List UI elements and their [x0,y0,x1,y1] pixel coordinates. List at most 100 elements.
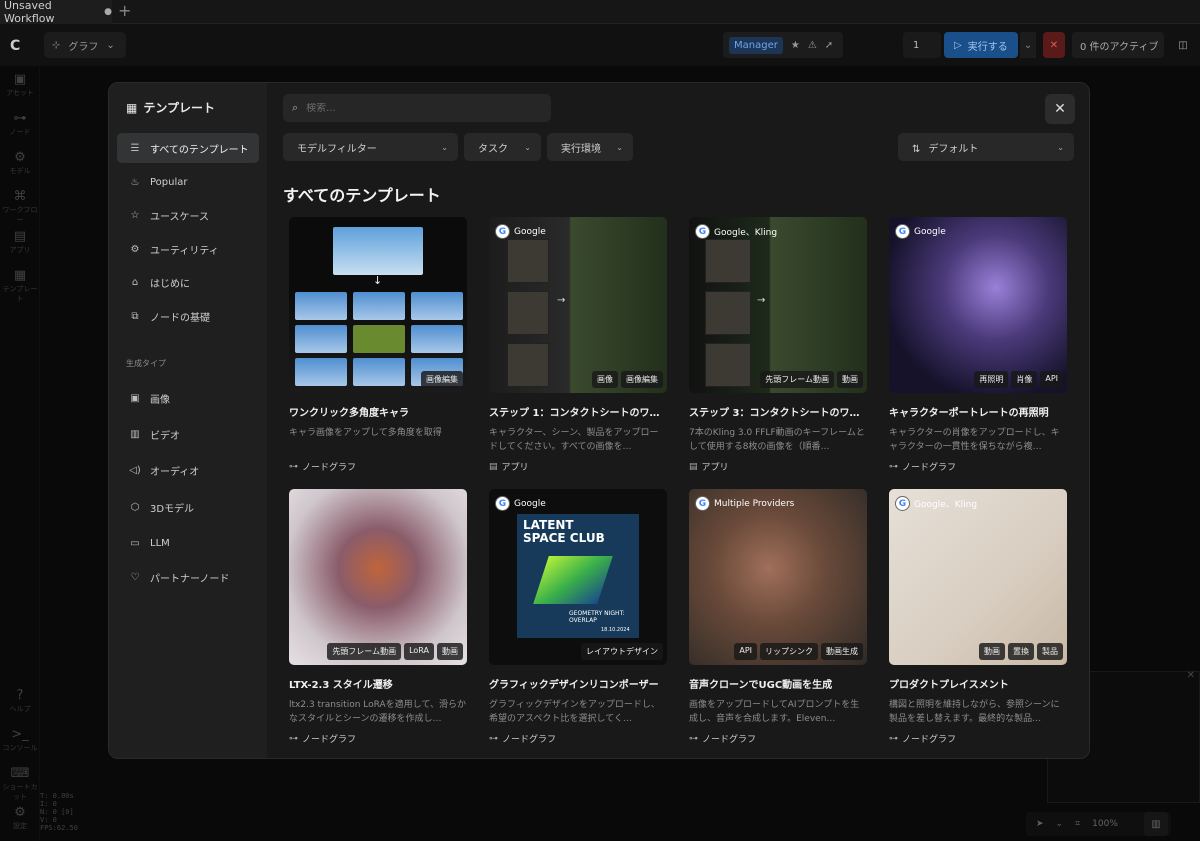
tag-badge: API [734,643,757,660]
card-type-label: アプリ [701,463,729,473]
card-description: キャラクター、シーン、製品をアップロードしてください。すべての画像を… [489,428,659,452]
nav-item[interactable]: ♨ Popular [117,167,259,197]
nav-item[interactable]: ⌂ はじめに [117,267,259,297]
nav-item[interactable]: ⧉ ノードの基礎 [117,301,259,331]
list-icon: ☰ [130,142,140,154]
template-card[interactable]: G Multiple Providers API リップシンク 動画生成 音声クローンでU… [689,489,867,745]
template-card[interactable]: ↓ 画像編集 ワンクリック多角度キャラ キャラ画像をアップして多角度を取得 ⊶ ノードグラ… [289,217,467,473]
star-icon[interactable]: ★ [791,40,800,51]
poster-date: 18.10.2024 [601,627,630,633]
active-queue-label[interactable]: 0 件のアクティブ [1072,32,1164,58]
runtime-filter-dropdown[interactable]: 実行環境 ⌄ [547,133,633,161]
arrow-right-icon: → [757,295,766,306]
google-logo-icon: G [695,224,710,239]
card-title: グラフィックデザインリコンポーザー [489,680,659,691]
gen-type-label: オーディオ [150,466,200,478]
nav-item[interactable]: ☰ すべてのテンプレート [117,133,259,163]
card-title: ステップ 1：コンタクトシートのワークフロー [489,408,667,419]
tool-icon[interactable]: ⚠ [808,40,817,51]
manager-group: Manager ★ ⚠ ➚ [723,32,843,58]
gen-type-item[interactable]: ▭ LLM [117,528,259,558]
card-type-label: ノードグラフ [302,735,357,745]
card-type-label: ノードグラフ [902,463,957,473]
card-type: ⊶ ノードグラフ [889,460,1067,474]
flame-icon: ♨ [130,176,140,188]
template-thumbnail[interactable]: → G Google、Kling 先頭フレーム動画 動画 [689,217,867,393]
contact-sheet-tile [705,291,751,335]
gen-type-item[interactable]: ▣ 画像 [117,383,259,413]
provider-badge: G Google、Kling [695,224,777,239]
new-tab-button[interactable]: + [118,1,131,20]
nav-item-label: Popular [150,176,188,188]
share-icon[interactable]: ➚ [825,40,833,51]
card-type: ▤ アプリ [489,460,667,474]
thumbnail-grid-tile [411,325,463,353]
poster-artwork: LATENT SPACE CLUB GEOMETRY NIGHT: OVERLAP 1… [517,514,639,638]
card-description: キャラクターの肖像をアップロードし、キャラクターの一貫性を保ちながら複… [889,428,1060,452]
template-card[interactable]: → G Google 画像画像編集ステップ 1：コンタクトシートのワークフローキャラク… [489,217,667,473]
handshake-icon: ♡ [130,571,140,583]
card-type-label: アプリ [501,463,529,473]
contact-sheet-tile [507,343,549,387]
template-card[interactable]: G Google 再照明 肖像 API キャラクターポートレートの再照明 キャラクターの肖像… [889,217,1067,473]
nav-item[interactable]: ⚙ ユーティリティ [117,234,259,264]
sort-label: デフォルト [928,143,979,155]
search-input[interactable] [306,102,527,114]
nav-item-label: ユーティリティ [150,245,219,257]
provider-name: Google、Kling [714,228,778,238]
tag-badge: API [1040,371,1063,388]
template-thumbnail[interactable]: G Google 再照明 肖像 API [889,217,1067,393]
task-filter-dropdown[interactable]: タスク ⌄ [464,133,541,161]
tag-list: API リップシンク 動画生成 [734,643,863,660]
template-thumbnail[interactable]: G Multiple Providers API リップシンク 動画生成 [689,489,867,665]
tag-list: 再照明 肖像 API [974,371,1063,388]
tab-bar: Unsaved Workflow ● + [0,0,1200,25]
run-button[interactable]: ▷ 実行する [944,32,1018,58]
card-type: ⊶ ノードグラフ [289,732,467,746]
nav-item-label: すべてのテンプレート [150,144,249,156]
queue-count-input[interactable]: 1 [903,32,941,58]
chevron-down-icon: ⌄ [616,142,623,152]
sort-dropdown[interactable]: ⇅ デフォルト ⌄ [898,133,1074,161]
template-thumbnail[interactable]: G Google、Kling 動画 置換 製品 [889,489,1067,665]
workflow-tab-title: Unsaved Workflow [4,0,55,25]
panel-toggle-icon[interactable]: ◫ [1172,32,1194,58]
template-thumbnail[interactable]: 先頭フレーム動画 LoRA 動画 [289,489,467,665]
template-thumbnail[interactable]: LATENT SPACE CLUB GEOMETRY NIGHT: OVERLAP 1… [489,489,667,665]
play-icon: ▷ [954,39,962,51]
card-title: LTX-2.3 スタイル遷移 [289,680,393,691]
tag-list: 先頭フレーム動画 動画 [760,371,863,388]
workflow-tab[interactable]: Unsaved Workflow ● [0,0,112,25]
tag-list: 画像編集 [421,371,463,388]
nav-item[interactable]: ☆ ユースケース [117,200,259,230]
gen-type-label: LLM [150,537,170,549]
manager-button[interactable]: Manager [729,36,783,54]
stop-button[interactable]: ✕ [1043,32,1065,58]
app-logo-icon[interactable]: C [10,38,20,54]
gen-type-label: 3Dモデル [150,503,195,515]
card-type-label: ノードグラフ [502,735,557,745]
template-card[interactable]: → G Google、Kling 先頭フレーム動画 動画ステップ 3：コンタクトシートの… [689,217,867,473]
template-card[interactable]: G Google、Kling 動画 置換 製品 プロダクトプレイスメント 構図と照明を維持し… [889,489,1067,745]
close-button[interactable]: ✕ [1045,94,1075,124]
sort-label-wrap: ⇅ デフォルト [912,140,978,155]
template-card[interactable]: 先頭フレーム動画 LoRA 動画 LTX-2.3 スタイル遷移 ltx2.3 trans… [289,489,467,745]
template-thumbnail[interactable]: → G Google 画像 画像編集 [489,217,667,393]
google-logo-icon: G [495,496,510,511]
gen-type-item[interactable]: ⬡ 3Dモデル [117,492,259,522]
gen-type-item[interactable]: ▥ ビデオ [117,419,259,449]
card-title: ステップ 3：コンタクトシートのワークフロー [689,408,867,419]
run-options-chevron-icon[interactable]: ⌄ [1020,32,1036,58]
model-filter-dropdown[interactable]: モデルフィルター ⌄ [283,133,458,161]
template-card[interactable]: LATENT SPACE CLUB GEOMETRY NIGHT: OVERLAP 1… [489,489,667,745]
gen-type-item[interactable]: ♡ パートナーノード [117,562,259,592]
gen-type-item[interactable]: ◁) オーディオ [117,455,259,485]
graph-selector[interactable]: ⊹ グラフ ⌄ [44,32,126,58]
template-thumbnail[interactable]: ↓ 画像編集 [289,217,467,393]
thumbnail-grid-tile [353,325,405,353]
tag-list: 先頭フレーム動画 LoRA 動画 [327,643,463,660]
modal-title-text: テンプレート [143,101,215,115]
runtime-filter-label: 実行環境 [561,143,601,155]
card-type: ⊶ ノードグラフ [289,460,467,474]
task-filter-label: タスク [478,143,508,155]
